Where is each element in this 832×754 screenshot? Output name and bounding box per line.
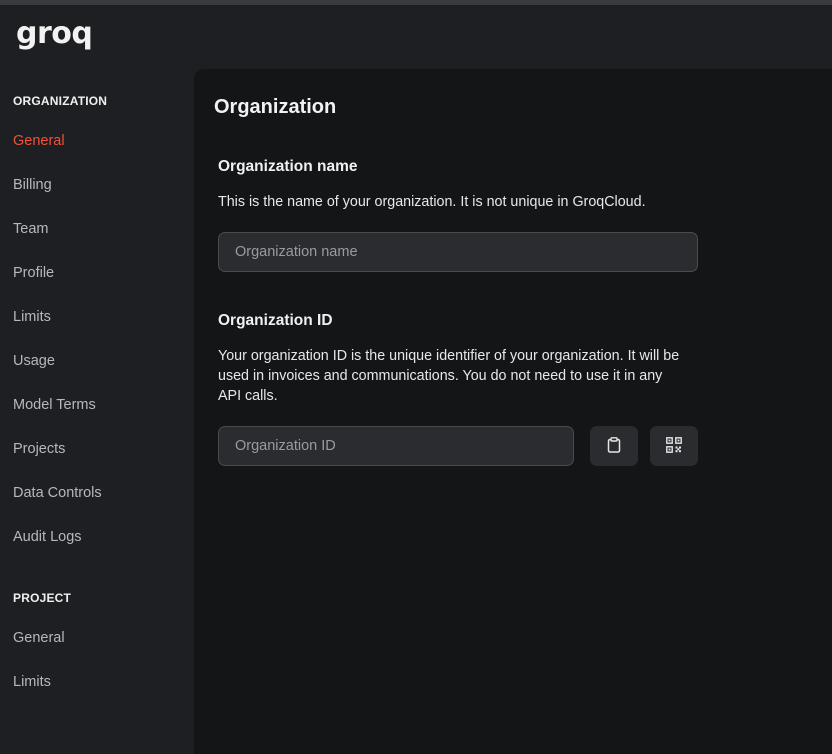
org-name-description: This is the name of your organization. I…: [218, 194, 646, 210]
sidebar-item-profile[interactable]: Profile: [13, 265, 54, 281]
sidebar-section-project: PROJECT: [13, 591, 72, 605]
copy-org-id-button[interactable]: [590, 426, 638, 466]
sidebar-item-model-terms[interactable]: Model Terms: [13, 397, 96, 413]
clipboard-icon: [607, 436, 621, 456]
top-header: groq: [0, 5, 832, 69]
org-name-input[interactable]: [218, 232, 698, 272]
sidebar-item-usage[interactable]: Usage: [13, 353, 55, 369]
qr-code-button[interactable]: [650, 426, 698, 466]
sidebar-item-general[interactable]: General: [13, 133, 65, 149]
org-id-heading: Organization ID: [218, 312, 333, 329]
sidebar-item-project-general[interactable]: General: [13, 630, 65, 646]
sidebar-section-organization: ORGANIZATION: [13, 94, 108, 108]
org-id-input[interactable]: [218, 426, 574, 466]
sidebar-item-limits[interactable]: Limits: [13, 309, 51, 325]
sidebar-item-projects[interactable]: Projects: [13, 441, 65, 457]
qr-code-icon: [666, 436, 682, 456]
sidebar-item-data-controls[interactable]: Data Controls: [13, 485, 102, 501]
sidebar-item-team[interactable]: Team: [13, 221, 48, 237]
org-id-description: Your organization ID is the unique ident…: [218, 348, 680, 404]
groq-logo[interactable]: groq: [16, 19, 93, 49]
sidebar-item-project-limits[interactable]: Limits: [13, 674, 51, 690]
page-title: Organization: [214, 96, 337, 118]
sidebar-item-audit-logs[interactable]: Audit Logs: [13, 529, 82, 545]
sidebar: ORGANIZATION General Billing Team Profil…: [0, 69, 194, 754]
org-name-heading: Organization name: [218, 158, 358, 175]
sidebar-item-billing[interactable]: Billing: [13, 177, 52, 193]
main-panel: Organization Organization name This is t…: [194, 69, 832, 754]
